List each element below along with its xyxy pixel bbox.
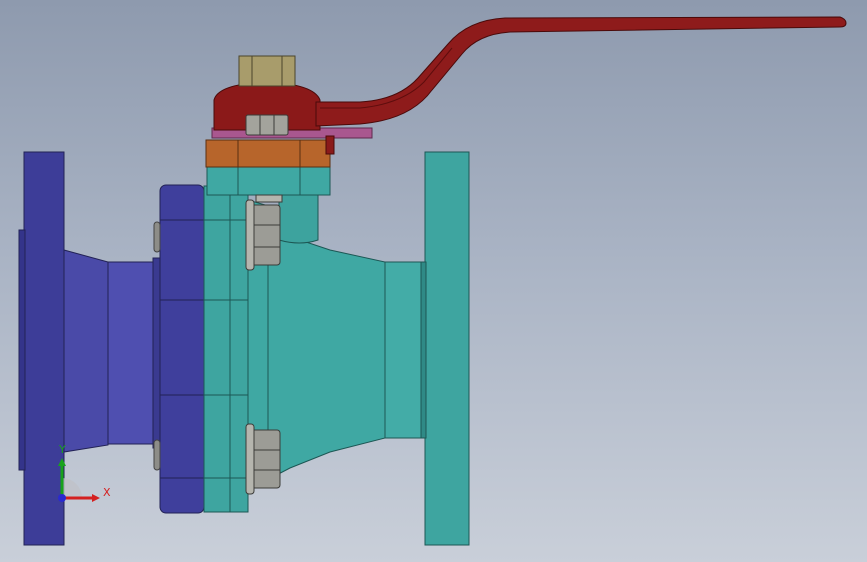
- middle-flange[interactable]: [159, 184, 205, 514]
- triad-y-label: Y: [58, 443, 66, 456]
- stem-nut[interactable]: [245, 114, 289, 136]
- left-neck-cone[interactable]: [63, 249, 109, 453]
- handle-lever[interactable]: [315, 16, 847, 127]
- left-neck-pipe[interactable]: [107, 261, 155, 445]
- left-flange-rim: [18, 229, 26, 471]
- bolt-lower[interactable]: [245, 423, 281, 495]
- stem-top[interactable]: [238, 55, 296, 87]
- graphics-viewport[interactable]: Y X: [0, 0, 867, 562]
- body-end-flange[interactable]: [203, 185, 249, 513]
- coordinate-triad[interactable]: Y X: [48, 440, 118, 510]
- ball-valve-model[interactable]: [0, 0, 867, 562]
- bolt-upper[interactable]: [245, 199, 281, 271]
- gland-plate[interactable]: [205, 139, 331, 168]
- right-flange[interactable]: [424, 151, 470, 546]
- stem-housing[interactable]: [278, 194, 319, 244]
- triad-x-label: X: [103, 486, 111, 499]
- right-neck[interactable]: [384, 261, 424, 439]
- bonnet-block[interactable]: [206, 164, 331, 196]
